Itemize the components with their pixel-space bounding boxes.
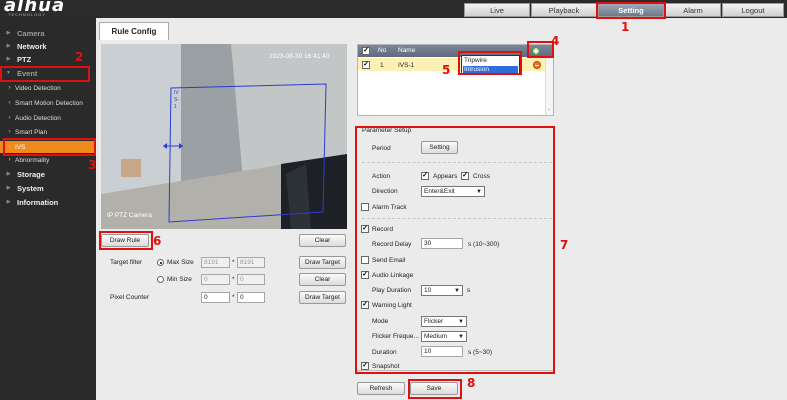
max-size-radio[interactable] [157, 259, 164, 266]
chevron-right-icon: ▶ [6, 30, 11, 36]
pixel-height-input[interactable]: 0 [237, 292, 265, 303]
sidebar-item-label: Information [17, 197, 59, 207]
min-size-label: Min Size [167, 276, 192, 283]
annotation-box-add [527, 41, 554, 58]
chevron-right-icon: › [8, 115, 11, 121]
draw-target-button-1[interactable]: Draw Target [299, 256, 346, 269]
nav-live[interactable]: Live [464, 3, 530, 17]
pixel-counter-label: Pixel Counter [110, 294, 150, 301]
annotation-number-5: 5 [442, 63, 451, 77]
video-rule-label: IVS-1 [174, 90, 179, 110]
rule-row-name: IVS-1 [398, 62, 415, 69]
sidebar-item-system[interactable]: ▶ System [0, 182, 96, 194]
nav-alarm[interactable]: Alarm [665, 3, 721, 17]
min-width-input[interactable]: 0 [201, 274, 230, 285]
annotation-box-intrusion [458, 51, 522, 75]
tab-bar [96, 18, 787, 40]
sidebar-item-label: Storage [17, 169, 45, 179]
sidebar-item-label: Audio Detection [15, 114, 61, 122]
rule-table-header [358, 45, 553, 57]
draw-target-button-2[interactable]: Draw Target [299, 291, 346, 304]
sidebar-item-information[interactable]: ▶ Information [0, 196, 96, 208]
chevron-right-icon: ▶ [6, 43, 11, 49]
chevron-right-icon: ▶ [6, 185, 11, 191]
annotation-number-8: 8 [467, 376, 476, 390]
video-timestamp: 2023-08-30 16:41:40 [269, 53, 330, 60]
annotation-box-parameters [355, 126, 555, 374]
sidebar-item-label: Camera [17, 28, 45, 38]
sidebar-item-audio-detection[interactable]: › Audio Detection [0, 112, 96, 124]
tab-rule-config[interactable]: Rule Config [99, 22, 169, 40]
annotation-box-setting [596, 2, 666, 19]
annotation-number-3: 3 [88, 158, 97, 172]
sidebar-item-label: Smart Motion Detection [15, 99, 83, 107]
annotation-box-draw-rule [99, 231, 153, 250]
times-sign: * [232, 276, 235, 283]
annotation-number-7: 7 [560, 238, 569, 252]
max-width-input[interactable]: 8191 [201, 257, 230, 268]
annotation-number-6: 6 [153, 234, 162, 248]
brand-logo-subtitle: TECHNOLOGY [8, 12, 47, 17]
select-all-checkbox[interactable]: ✓ [362, 47, 370, 55]
chevron-right-icon: › [8, 85, 11, 91]
sidebar-item-label: Smart Plan [15, 128, 48, 136]
chevron-right-icon: › [8, 157, 11, 163]
min-size-radio[interactable] [157, 276, 164, 283]
clear-target-button[interactable]: Clear [299, 273, 346, 286]
sidebar-item-storage[interactable]: ▶ Storage [0, 168, 96, 180]
delete-rule-icon[interactable] [533, 61, 541, 69]
pixel-width-input[interactable]: 0 [201, 292, 230, 303]
refresh-button[interactable]: Refresh [357, 382, 405, 395]
clear-rule-button[interactable]: Clear [299, 234, 346, 247]
rule-table: ✓ No Name ✓ 1 IVS-1 ⌄ Tripwire Intrusion [357, 44, 554, 116]
max-height-input[interactable]: 8191 [237, 257, 265, 268]
times-sign: * [232, 259, 235, 266]
chevron-right-icon: ▶ [6, 56, 11, 62]
column-name: Name [398, 47, 416, 54]
sidebar-item-label: System [17, 183, 44, 193]
chevron-right-icon: ▶ [6, 171, 11, 177]
annotation-box-event [0, 66, 90, 82]
sidebar-item-video-detection[interactable]: › Video Detection [0, 82, 96, 94]
nav-logout[interactable]: Logout [722, 3, 784, 17]
camera-scene [101, 44, 347, 229]
sidebar-item-label: Network [17, 41, 47, 51]
annotation-number-4: 4 [551, 34, 560, 48]
sidebar-item-smart-plan[interactable]: › Smart Plan [0, 126, 96, 138]
video-camera-label: IP PTZ Camera [107, 212, 153, 219]
min-height-input[interactable]: 0 [237, 274, 265, 285]
chevron-right-icon: › [8, 129, 11, 135]
sidebar-item-label: PTZ [17, 54, 32, 64]
rule-table-scrollbar[interactable]: ⌄ [545, 58, 553, 115]
annotation-number-1: 1 [621, 20, 630, 34]
nav-playback[interactable]: Playback [531, 3, 597, 17]
sidebar-item-camera[interactable]: ▶ Camera [0, 27, 96, 39]
rule-row[interactable] [358, 58, 553, 71]
rule-row-checkbox[interactable]: ✓ [362, 61, 370, 69]
chevron-down-icon: ⌄ [547, 106, 552, 112]
column-no: No [378, 47, 387, 54]
times-sign: * [232, 294, 235, 301]
video-preview[interactable]: 2023-08-30 16:41:40 IP PTZ Camera IVS-1 [101, 44, 347, 229]
annotation-box-save [408, 379, 462, 399]
sidebar-item-label: Abnormality [15, 156, 50, 164]
chevron-right-icon: ▶ [6, 199, 11, 205]
rule-row-no: 1 [380, 62, 384, 69]
sidebar-item-smart-motion[interactable]: › Smart Motion Detection [0, 97, 96, 109]
annotation-box-ivs [3, 138, 96, 156]
chevron-right-icon: › [8, 100, 11, 106]
max-size-label: Max Size [167, 259, 194, 266]
sidebar-item-label: Video Detection [15, 84, 61, 92]
annotation-number-2: 2 [75, 50, 84, 64]
target-filter-label: Target filter [110, 259, 143, 266]
